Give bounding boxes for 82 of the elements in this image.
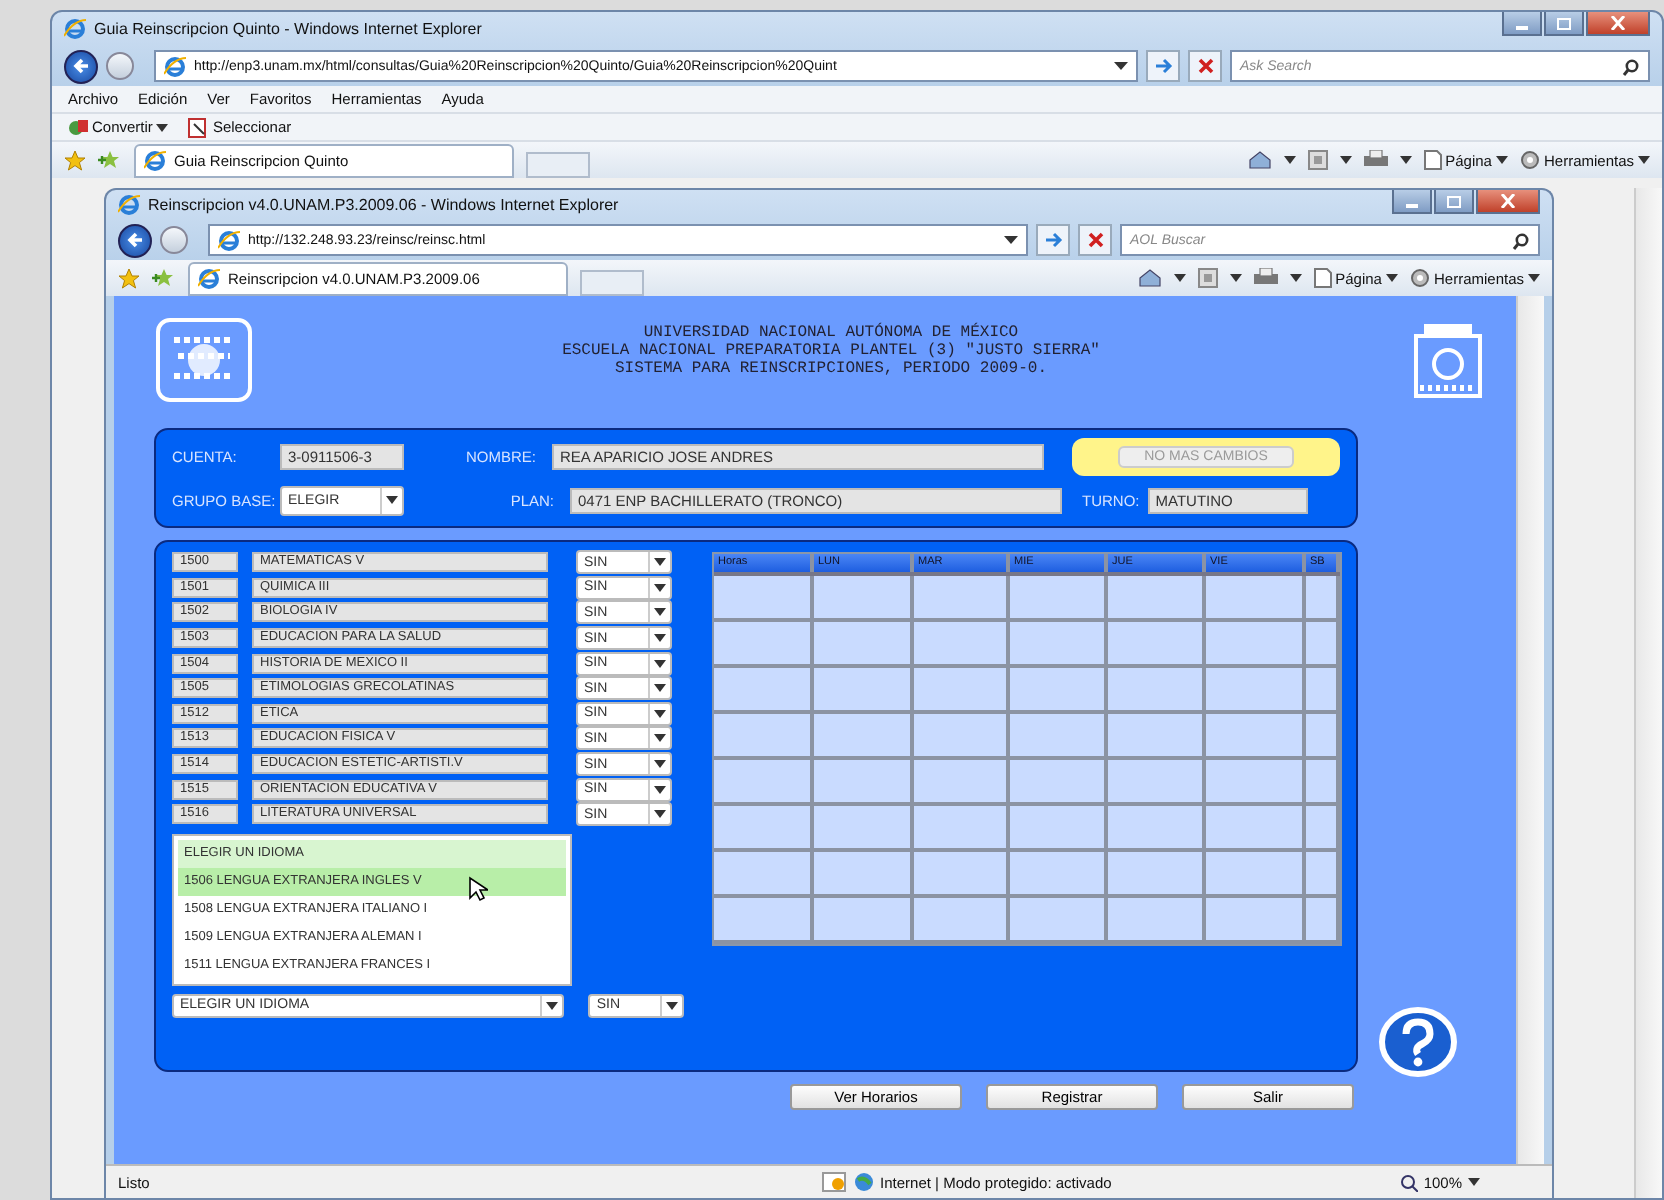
search-icon (1622, 57, 1640, 75)
dropdown-icon (654, 634, 666, 643)
printer-icon[interactable] (1363, 150, 1388, 170)
caret-icon (1385, 274, 1398, 282)
close-button[interactable] (1586, 12, 1650, 36)
caret-icon (1468, 1178, 1480, 1186)
caret-icon (156, 123, 169, 131)
dropdown-icon (654, 608, 666, 617)
browser-icon (164, 55, 186, 77)
maximize-button[interactable] (1434, 190, 1474, 214)
zoom-icon (1399, 1173, 1418, 1191)
back-button[interactable] (64, 49, 98, 83)
dropdown-icon (1004, 235, 1018, 245)
scrollbar[interactable] (1516, 296, 1544, 1164)
home-icon[interactable] (1137, 268, 1162, 288)
header-line: ESCUELA NACIONAL PREPARATORIA PLANTEL (3) "JUSTO SIERRA" (560, 342, 1102, 360)
dropdown-icon (654, 734, 666, 743)
dropdown-icon[interactable] (1289, 274, 1302, 282)
refresh-icon[interactable] (1036, 224, 1070, 256)
header-line: SISTEMA PARA REINSCRIPCIONES, PERIODO 2009-0. (612, 360, 1050, 378)
page-icon (1313, 268, 1332, 288)
caret-icon (1638, 156, 1650, 164)
dropdown-icon (654, 810, 666, 819)
refresh-icon[interactable] (1146, 50, 1180, 82)
add-favorite-icon[interactable] (98, 150, 122, 170)
arrow-left-icon (125, 230, 145, 250)
convert-icon (68, 118, 88, 136)
window-title: Reinscripcion v4.0.UNAM.P3.2009.06 - Windows Internet Explorer (148, 196, 619, 214)
dropdown-icon (654, 785, 666, 794)
maximize-icon (1446, 195, 1462, 207)
window-title: Guia Reinscripcion Quinto - Windows Internet Explorer (94, 20, 482, 38)
gear-icon (1409, 268, 1430, 288)
forward-button[interactable] (106, 52, 134, 80)
maximize-button[interactable] (1544, 12, 1584, 36)
search-icon (1512, 231, 1530, 249)
page-icon (1423, 150, 1442, 170)
browser-icon (144, 150, 166, 172)
cursor-icon (468, 875, 488, 902)
close-icon (1610, 16, 1626, 30)
globe-icon (854, 1172, 875, 1192)
add-favorite-icon[interactable] (152, 268, 176, 288)
document-icon (188, 117, 209, 137)
caret-icon (1495, 156, 1508, 164)
forward-button[interactable] (160, 226, 188, 254)
gear-icon (1519, 150, 1540, 170)
dropdown-icon (654, 558, 666, 567)
stop-icon[interactable] (1188, 50, 1222, 82)
stop-icon[interactable] (1078, 224, 1112, 256)
maximize-icon (1556, 17, 1572, 29)
dropdown-icon[interactable] (1173, 274, 1186, 282)
printer-icon[interactable] (1253, 268, 1278, 288)
header-line: UNIVERSIDAD NACIONAL AUTÓNOMA DE MÉXICO (641, 324, 1021, 342)
star-icon[interactable] (64, 149, 86, 171)
dropdown-icon (546, 1001, 559, 1010)
arrow-left-icon (71, 56, 91, 76)
home-icon[interactable] (1247, 150, 1272, 170)
browser-icon (198, 268, 220, 290)
browser-icon (118, 194, 140, 216)
browser-icon (218, 229, 240, 251)
dropdown-icon (386, 496, 398, 504)
dropdown-icon (654, 659, 666, 668)
dropdown-icon (654, 684, 666, 693)
dropdown-icon (654, 583, 666, 592)
scrollbar[interactable] (1634, 188, 1662, 1198)
star-icon[interactable] (118, 267, 140, 289)
dropdown-icon[interactable] (1339, 156, 1352, 164)
dropdown-icon (1114, 61, 1128, 71)
caret-icon (1528, 274, 1540, 282)
help-icon[interactable] (1378, 1005, 1458, 1078)
dropdown-icon[interactable] (1399, 156, 1412, 164)
dropdown-icon[interactable] (1229, 274, 1242, 282)
close-icon (1500, 194, 1516, 208)
crest-logo (154, 316, 254, 404)
dropdown-icon (654, 709, 666, 718)
minimize-button[interactable] (1392, 190, 1432, 214)
back-button[interactable] (118, 223, 152, 257)
browser-icon (64, 18, 86, 40)
dropdown-icon (666, 1001, 678, 1010)
dropdown-icon (654, 760, 666, 769)
close-button[interactable] (1476, 190, 1540, 214)
minimize-button[interactable] (1502, 12, 1542, 36)
dropdown-icon[interactable] (1283, 156, 1296, 164)
